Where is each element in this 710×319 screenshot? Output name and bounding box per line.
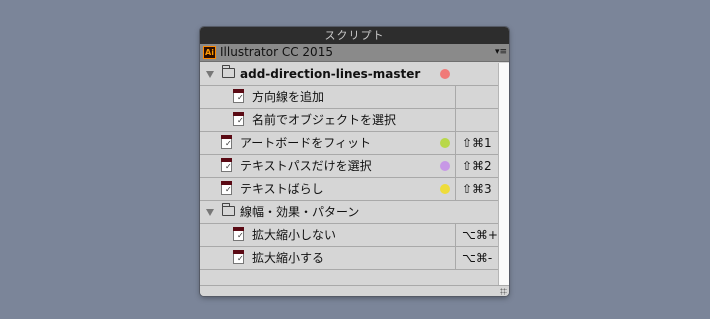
script-row-select-text-path[interactable]: テキストパスだけを選択 ⇧⌘2 xyxy=(200,155,498,178)
app-label: Illustrator CC 2015 xyxy=(220,45,333,59)
script-row-no-scaling[interactable]: 拡大縮小しない ⌥⌘+ xyxy=(200,224,498,247)
scripts-panel: スクリプト Ai Illustrator CC 2015 ▾≡ add-dire… xyxy=(200,27,509,296)
shortcut-label: ⌥⌘+ xyxy=(462,228,498,242)
folder-row-add-direction-lines-master[interactable]: add-direction-lines-master xyxy=(200,63,498,86)
folder-icon xyxy=(222,203,235,216)
panel-footer xyxy=(200,285,509,296)
script-file-icon xyxy=(233,250,244,264)
color-tag-purple-icon xyxy=(440,161,450,171)
color-tag-red-icon xyxy=(440,69,450,79)
script-row-select-by-name[interactable]: 名前でオブジェクトを選択 xyxy=(200,109,498,132)
app-header: Ai Illustrator CC 2015 ▾≡ xyxy=(200,44,509,62)
vertical-scrollbar[interactable] xyxy=(498,63,509,286)
color-tag-green-icon xyxy=(440,138,450,148)
script-file-icon xyxy=(221,135,232,149)
shortcut-label: ⌥⌘- xyxy=(462,251,493,265)
script-file-icon xyxy=(233,112,244,126)
folder-row-stroke-effects-patterns[interactable]: 線幅・効果・パターン xyxy=(200,201,498,224)
color-tag-yellow-icon xyxy=(440,184,450,194)
disclosure-triangle-icon[interactable] xyxy=(206,71,214,78)
shortcut-label: ⇧⌘2 xyxy=(462,159,492,173)
script-label: テキストパスだけを選択 xyxy=(240,159,372,173)
script-file-icon xyxy=(221,181,232,195)
script-row-scaling[interactable]: 拡大縮小する ⌥⌘- xyxy=(200,247,498,270)
column-divider xyxy=(455,132,456,154)
script-file-icon xyxy=(221,158,232,172)
panel-menu-icon[interactable]: ▾≡ xyxy=(495,44,507,61)
script-row-fit-artboard[interactable]: アートボードをフィット ⇧⌘1 xyxy=(200,132,498,155)
folder-icon xyxy=(222,65,235,78)
script-label: 拡大縮小しない xyxy=(252,228,337,242)
shortcut-label: ⇧⌘3 xyxy=(462,182,492,196)
script-label: アートボードをフィット xyxy=(240,136,372,150)
script-label: 拡大縮小する xyxy=(252,251,325,265)
script-label: 方向線を追加 xyxy=(252,90,325,104)
column-divider xyxy=(455,155,456,177)
column-divider xyxy=(455,247,456,269)
script-label: テキストばらし xyxy=(240,182,324,196)
column-divider xyxy=(455,224,456,246)
folder-label: 線幅・効果・パターン xyxy=(240,205,360,219)
shortcut-label: ⇧⌘1 xyxy=(462,136,492,150)
script-file-icon xyxy=(233,227,244,241)
script-list: add-direction-lines-master 方向線を追加 名前でオブジ… xyxy=(200,63,498,270)
script-row-add-direction-lines[interactable]: 方向線を追加 xyxy=(200,86,498,109)
column-divider xyxy=(455,178,456,200)
column-divider xyxy=(455,109,456,131)
resize-grip-icon[interactable] xyxy=(500,288,507,295)
column-divider xyxy=(455,86,456,108)
panel-title: スクリプト xyxy=(200,27,509,44)
disclosure-triangle-icon[interactable] xyxy=(206,209,214,216)
folder-label: add-direction-lines-master xyxy=(240,67,421,81)
script-label: 名前でオブジェクトを選択 xyxy=(252,113,397,127)
script-row-split-text[interactable]: テキストばらし ⇧⌘3 xyxy=(200,178,498,201)
illustrator-app-icon: Ai xyxy=(203,46,216,59)
script-file-icon xyxy=(233,89,244,103)
